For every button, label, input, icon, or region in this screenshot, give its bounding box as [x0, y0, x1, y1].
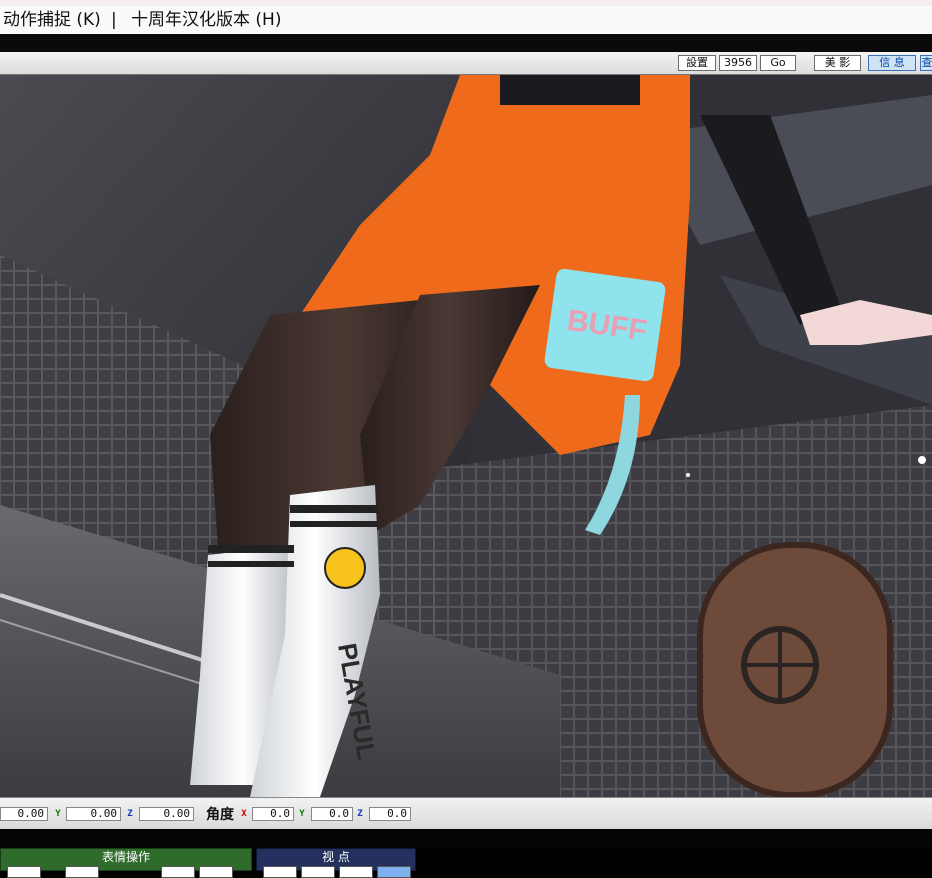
expression-control[interactable]	[161, 866, 195, 878]
pos-x-input[interactable]: 0.00	[0, 807, 48, 821]
render-viewport[interactable]: PLAYFUL BUFF	[0, 75, 932, 797]
angle-z-input[interactable]: 0.0	[369, 807, 411, 821]
z-axis-label: Z	[127, 809, 133, 819]
expression-control[interactable]	[199, 866, 233, 878]
beautify-button[interactable]: 美 影	[814, 55, 861, 71]
viewport-toolbar: 設置 3956 Go 美 影 信 息 查	[0, 52, 932, 75]
angle-label: 角度	[206, 807, 234, 823]
expression-panel-title: 表情操作	[101, 850, 150, 864]
menu-separator: |	[111, 10, 117, 30]
expression-control[interactable]	[65, 866, 99, 878]
y-axis-label: Y	[299, 809, 305, 819]
pos-z-input[interactable]: 0.00	[139, 807, 194, 821]
y-axis-label: Y	[55, 809, 61, 819]
go-button[interactable]: Go	[760, 55, 796, 71]
pos-y-input[interactable]: 0.00	[66, 807, 121, 821]
menu-motion-capture[interactable]: 动作捕捉 (K)	[3, 6, 101, 34]
menu-version[interactable]: 十周年汉化版本 (H)	[131, 6, 281, 34]
coordinate-bar: 0.00 Y 0.00 Z 0.00 角度 X 0.0 Y 0.0 Z 0.0	[0, 797, 932, 830]
panel-gap	[0, 829, 932, 848]
view-panel: 视 点	[256, 848, 416, 878]
menu-bar: 动作捕捉 (K) | 十周年汉化版本 (H)	[0, 0, 932, 34]
expression-control[interactable]	[7, 866, 41, 878]
view-selected-button[interactable]	[377, 866, 411, 878]
view-top-button[interactable]	[339, 866, 373, 878]
z-axis-label: Z	[357, 809, 363, 819]
window-gap	[0, 34, 932, 52]
info-button[interactable]: 信 息	[868, 55, 916, 71]
view-back-button[interactable]	[301, 866, 335, 878]
frame-input[interactable]: 3956	[719, 55, 757, 71]
view-panel-title: 视 点	[322, 850, 350, 864]
settings-button[interactable]: 設置	[678, 55, 716, 71]
x-axis-label: X	[241, 809, 247, 819]
angle-x-input[interactable]: 0.0	[252, 807, 294, 821]
vault-door	[697, 542, 893, 797]
angle-y-input[interactable]: 0.0	[311, 807, 353, 821]
view-front-button[interactable]	[263, 866, 297, 878]
expression-panel: 表情操作	[0, 848, 252, 878]
scene-render: PLAYFUL BUFF	[0, 75, 932, 797]
extra-button[interactable]: 查	[920, 55, 932, 71]
